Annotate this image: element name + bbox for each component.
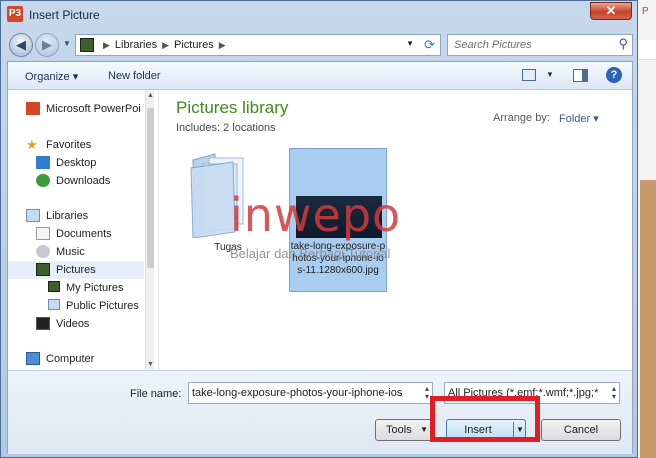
recent-pages-dropdown[interactable]: ▼	[63, 39, 71, 48]
breadcrumb-libraries[interactable]: Libraries	[115, 39, 157, 51]
watermark-tagline: Belajar dan Berbagi Tutorial	[230, 246, 391, 261]
highlight-box	[430, 396, 540, 442]
back-button[interactable]: ◀	[9, 33, 33, 57]
nav-item-powerpoint[interactable]: Microsoft PowerPoi	[8, 100, 144, 118]
close-button[interactable]: ✕	[590, 2, 632, 20]
powerpoint-icon	[26, 102, 40, 115]
nav-item-desktop[interactable]: Desktop	[8, 154, 144, 172]
new-folder-button[interactable]: New folder	[108, 70, 161, 82]
documents-icon	[36, 227, 50, 240]
arrange-by-label: Arrange by:	[493, 112, 550, 124]
nav-item-public-pictures[interactable]: Public Pictures	[8, 297, 144, 315]
breadcrumb: ▶ Libraries ▶ Pictures ▶	[98, 39, 231, 51]
command-bar: Organize ▾ New folder ▼ ?	[8, 62, 632, 90]
preview-pane-icon[interactable]	[573, 69, 588, 82]
nav-item-label: Computer	[46, 353, 95, 365]
breadcrumb-separator: ▶	[103, 40, 110, 50]
nav-scrollbar[interactable]: ▲ ▼	[145, 90, 154, 370]
breadcrumb-separator: ▶	[162, 40, 170, 50]
refresh-icon[interactable]: ⟳	[424, 37, 435, 53]
nav-item-documents[interactable]: Documents	[8, 225, 144, 243]
nav-item-label: Pictures	[56, 264, 96, 276]
background-slide	[640, 180, 656, 458]
nav-item-videos[interactable]: Videos	[8, 315, 144, 333]
arrow-right-icon: ▶	[42, 37, 52, 52]
tools-button[interactable]: Tools ▼	[375, 419, 433, 441]
nav-item-label: Libraries	[46, 210, 89, 222]
organize-menu[interactable]: Organize ▾	[25, 70, 78, 83]
file-name-label: File name:	[130, 388, 182, 400]
search-input[interactable]: Search Pictures ⚲	[447, 34, 633, 56]
scrollbar-thumb[interactable]	[147, 108, 154, 268]
desktop-icon	[36, 156, 50, 169]
spin-arrows-icon[interactable]: ▴ ▾	[612, 385, 616, 401]
nav-item-label: Microsoft PowerPoi	[46, 103, 141, 115]
nav-item-label: Public Pictures	[66, 300, 139, 312]
cancel-button[interactable]: Cancel	[541, 419, 621, 441]
nav-item-downloads[interactable]: Downloads	[8, 172, 144, 190]
breadcrumb-separator[interactable]: ▶	[219, 40, 226, 50]
address-row: ◀ ▶ ▼ ▶ Libraries ▶ Pictures ▶ ▼ ⟳ Search Pi…	[7, 31, 633, 59]
pictures-icon	[36, 263, 50, 276]
address-dropdown-icon[interactable]: ▼	[406, 39, 414, 48]
title-bar: P3 Insert Picture ✕	[1, 1, 637, 29]
file-name-field[interactable]: take-long-exposure-photos-your-iphone-io…	[188, 382, 433, 404]
navigation-pane: Microsoft PowerPoi ★ Favorites Desktop D…	[8, 90, 154, 370]
dialog-title: Insert Picture	[29, 8, 100, 22]
breadcrumb-pictures[interactable]: Pictures	[174, 39, 214, 51]
pictures-library-icon	[80, 38, 94, 52]
videos-icon	[36, 317, 50, 330]
nav-item-label: Videos	[56, 318, 90, 330]
nav-item-music[interactable]: Music	[8, 243, 144, 261]
arrange-by-dropdown[interactable]: Folder ▾	[559, 112, 599, 125]
background-app: P	[636, 0, 656, 458]
search-icon[interactable]: ⚲	[618, 36, 628, 52]
search-placeholder: Search Pictures	[454, 39, 532, 51]
nav-item-libraries[interactable]: Libraries	[8, 207, 144, 225]
forward-button[interactable]: ▶	[35, 33, 59, 57]
view-options-dropdown[interactable]: ▼	[546, 70, 554, 79]
powerpoint-app-icon: P3	[7, 6, 23, 22]
nav-item-pictures[interactable]: Pictures	[8, 261, 144, 279]
nav-item-label: Desktop	[56, 157, 97, 169]
library-title: Pictures library	[176, 98, 289, 117]
library-includes[interactable]: Includes: 2 locations	[176, 122, 276, 134]
music-icon	[36, 245, 50, 258]
watermark-logo: inwepo	[230, 188, 402, 242]
nav-item-label: My Pictures	[66, 282, 124, 294]
background-app-fragment: P	[642, 6, 649, 17]
tools-label: Tools	[386, 424, 412, 436]
scroll-up-icon[interactable]: ▲	[147, 92, 154, 99]
address-bar[interactable]: ▶ Libraries ▶ Pictures ▶ ▼ ⟳	[75, 34, 441, 56]
folder-icon	[48, 281, 60, 292]
chevron-down-icon: ▼	[420, 425, 428, 434]
libraries-icon	[26, 209, 40, 222]
downloads-icon	[36, 174, 50, 187]
nav-item-computer[interactable]: Computer	[8, 350, 144, 368]
arrow-left-icon: ◀	[16, 37, 26, 52]
nav-item-favorites[interactable]: ★ Favorites	[8, 136, 144, 154]
nav-item-label: Downloads	[56, 175, 111, 187]
background-ribbon	[636, 40, 656, 60]
scroll-down-icon[interactable]: ▼	[147, 361, 154, 368]
nav-item-label: Documents	[56, 228, 112, 240]
change-view-icon[interactable]	[522, 69, 536, 81]
folder-icon	[48, 299, 60, 310]
file-name-value: take-long-exposure-photos-your-iphone-io…	[192, 387, 403, 399]
spin-arrows-icon[interactable]: ▴ ▾	[425, 385, 429, 401]
nav-item-label: Favorites	[46, 139, 92, 151]
help-icon[interactable]: ?	[606, 67, 622, 83]
computer-icon	[26, 352, 40, 365]
nav-item-my-pictures[interactable]: My Pictures	[8, 279, 144, 297]
nav-item-label: Music	[56, 246, 85, 258]
star-icon: ★	[26, 137, 38, 152]
